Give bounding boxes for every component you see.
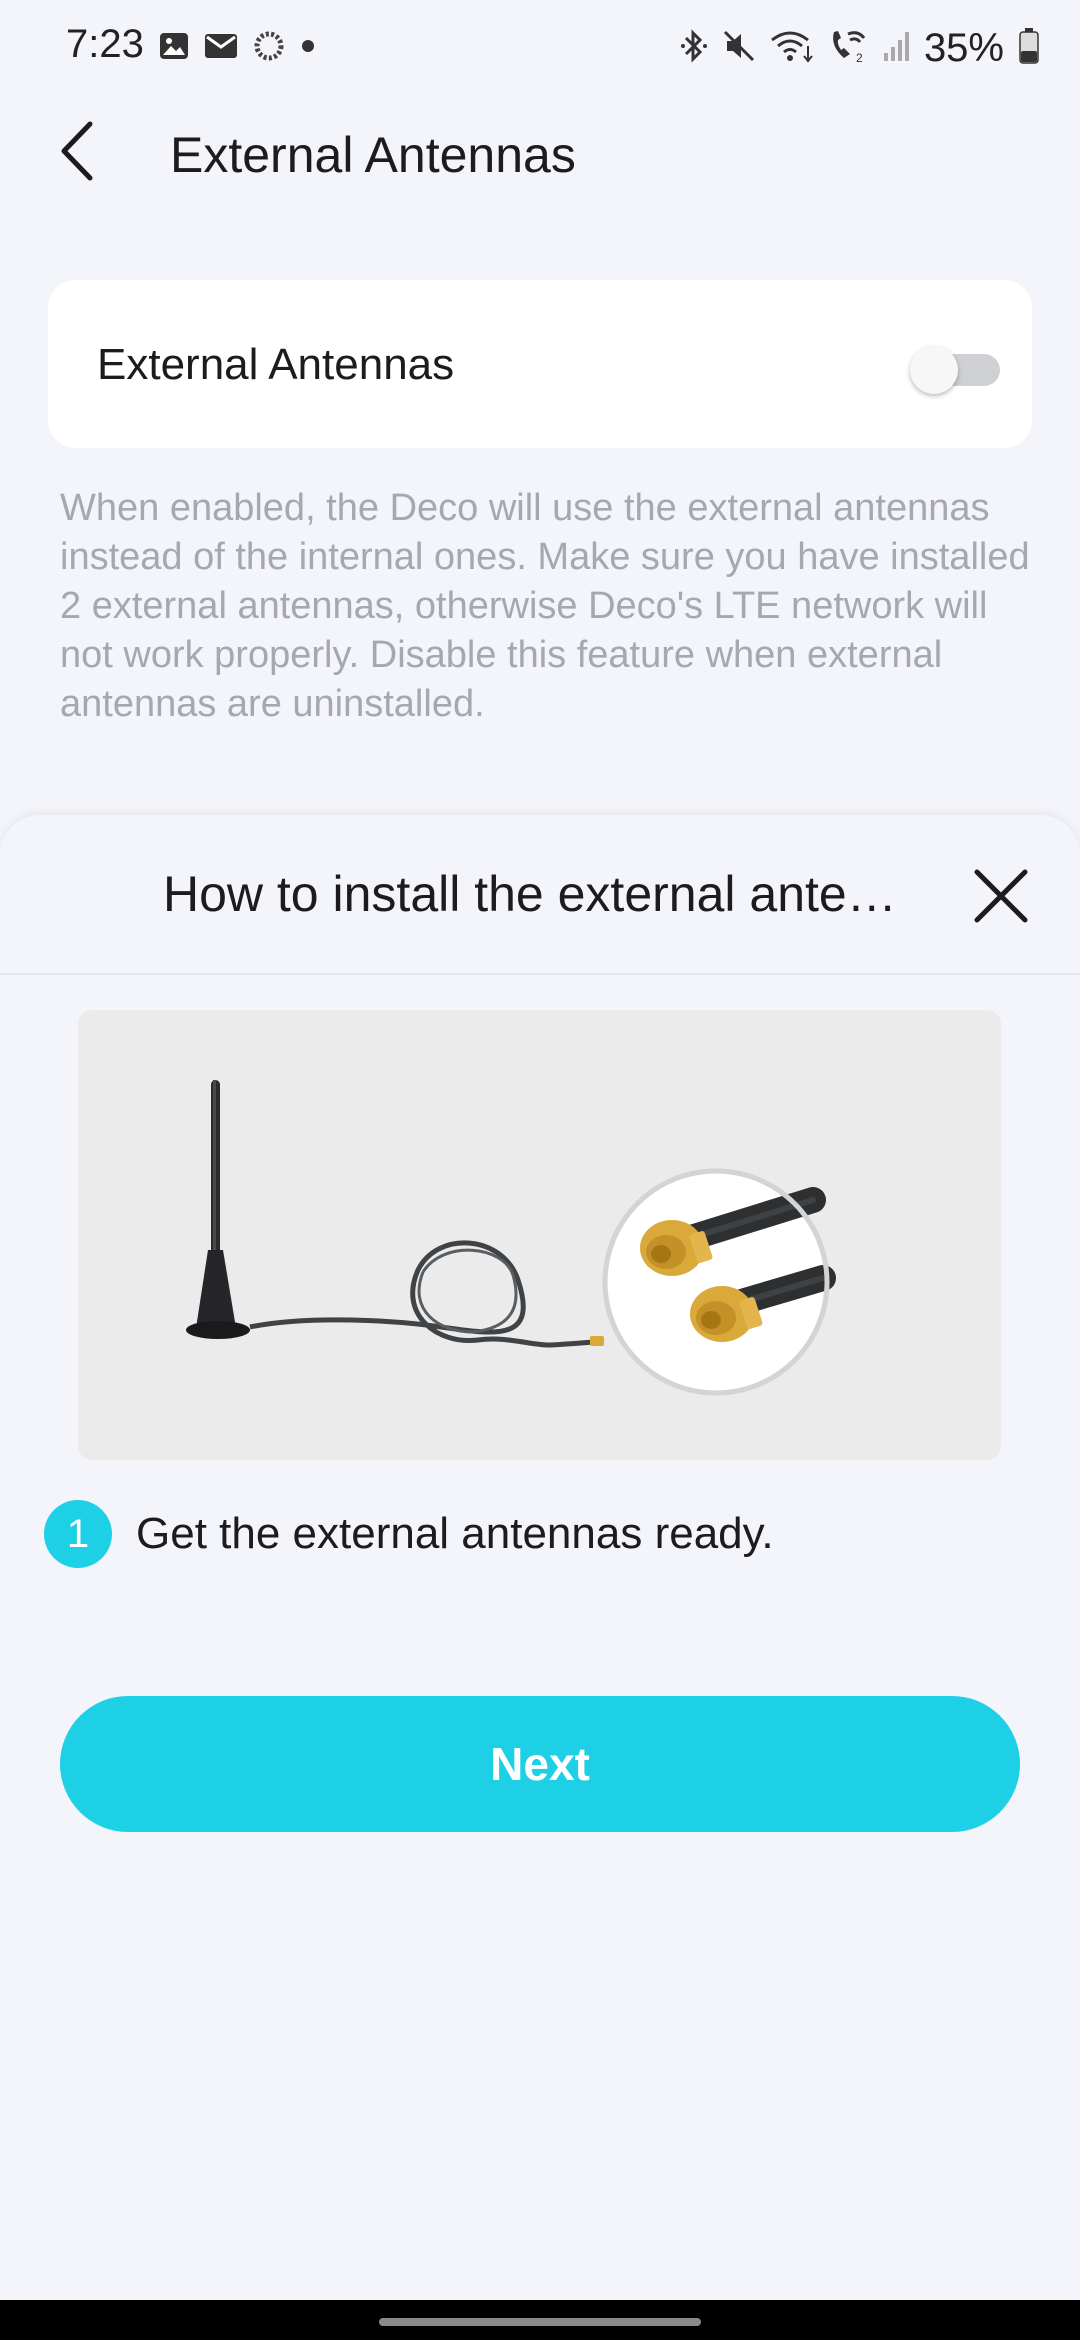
bluetooth-icon [680, 28, 708, 69]
close-icon [973, 868, 1029, 929]
step-number-badge: 1 [44, 1500, 112, 1568]
battery-percent: 35% [923, 25, 1004, 70]
battery-icon [1018, 27, 1040, 70]
signal-icon [882, 29, 910, 68]
install-guide-sheet: How to install the external antennas 1 G… [0, 815, 1080, 2300]
status-right: 2 35% [680, 22, 1040, 74]
next-button[interactable]: Next [60, 1696, 1020, 1832]
sheet-title: How to install the external antennas [163, 866, 923, 922]
sheet-divider [0, 973, 1080, 975]
gallery-icon [158, 30, 190, 67]
toggle-knob [910, 346, 958, 394]
wifi-calling-icon: 2 [828, 28, 868, 69]
close-button[interactable] [964, 861, 1038, 935]
dot-icon [300, 38, 316, 59]
mute-icon [722, 29, 756, 68]
svg-text:2: 2 [856, 51, 863, 64]
mail-icon [204, 31, 238, 66]
chevron-left-icon [54, 120, 98, 187]
page-title: External Antennas [170, 127, 576, 183]
home-indicator[interactable] [379, 2318, 701, 2326]
external-antennas-toggle[interactable] [910, 346, 1002, 394]
external-antenna-illustration [78, 1010, 1001, 1460]
status-left-icons [158, 30, 316, 66]
wifi-icon [770, 28, 814, 69]
navigation-bar [0, 2300, 1080, 2340]
back-button[interactable] [46, 118, 106, 188]
step-text: Get the external antennas ready. [136, 1509, 774, 1558]
sync-icon [252, 29, 286, 68]
external-antennas-description: When enabled, the Deco will use the exte… [60, 487, 1030, 725]
status-bar: 7:23 2 35% [0, 0, 1080, 96]
step-item: 1 Get the external antennas ready. [44, 1499, 774, 1569]
external-antennas-label: External Antennas [97, 340, 455, 389]
status-time: 7:23 [66, 22, 144, 66]
external-antennas-card: External Antennas [48, 280, 1032, 448]
